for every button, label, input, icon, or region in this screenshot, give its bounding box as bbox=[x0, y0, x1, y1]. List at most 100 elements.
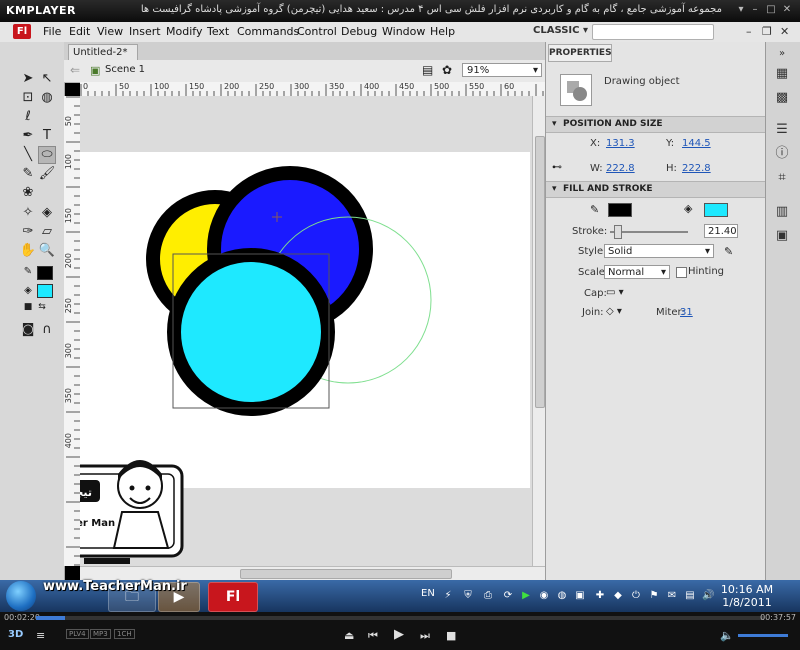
pasteboard[interactable]: تیچرمن Teacher Man bbox=[80, 96, 532, 566]
hscroll-thumb[interactable] bbox=[240, 569, 452, 579]
language-indicator[interactable]: EN bbox=[421, 588, 435, 599]
tray-volume-icon[interactable]: 🔊 bbox=[702, 590, 714, 602]
stroke-slider-handle[interactable] bbox=[614, 225, 622, 239]
lock-ratio-icon[interactable]: ⊷ bbox=[552, 162, 562, 173]
eject-icon[interactable]: ⏏ bbox=[344, 629, 354, 642]
previous-icon[interactable]: ⏮ bbox=[368, 629, 378, 643]
mute-icon[interactable]: 🔈 bbox=[720, 629, 734, 642]
tray-monitor-icon[interactable]: ▣ bbox=[574, 590, 586, 602]
hand-tool-icon[interactable]: ✋ bbox=[19, 242, 37, 260]
doc-minimize-icon[interactable]: – bbox=[746, 25, 752, 38]
info-panel-icon[interactable]: ⓘ bbox=[774, 146, 790, 162]
seek-bar[interactable] bbox=[36, 616, 764, 620]
flash-taskbar-button[interactable]: Fl bbox=[208, 582, 258, 612]
collapse-dock-icon[interactable]: » bbox=[774, 46, 790, 62]
cyan-circle[interactable] bbox=[167, 248, 335, 416]
brush-tool-icon[interactable]: 🖌 bbox=[38, 165, 56, 183]
fill-stroke-section[interactable]: ▾ FILL AND STROKE bbox=[546, 181, 766, 198]
menu-view[interactable]: View bbox=[97, 25, 123, 38]
snap-magnet-icon[interactable]: ∩ bbox=[38, 321, 56, 339]
subselection-tool-icon[interactable]: ↖ bbox=[38, 70, 56, 88]
color-panel-icon[interactable]: ▦ bbox=[774, 66, 790, 82]
document-tab[interactable]: Untitled-2* bbox=[68, 44, 138, 61]
free-transform-tool-icon[interactable]: ⊡ bbox=[19, 89, 37, 107]
tray-display-icon[interactable]: ▤ bbox=[684, 590, 696, 602]
doc-restore-icon[interactable]: ❐ bbox=[762, 25, 772, 38]
swatches-panel-icon[interactable]: ▩ bbox=[774, 90, 790, 106]
cap-select-icon[interactable]: ▭ ▾ bbox=[606, 287, 624, 298]
menu-edit[interactable]: Edit bbox=[69, 25, 90, 38]
library-panel-icon[interactable]: ▥ bbox=[774, 204, 790, 220]
maximize-icon[interactable]: □ bbox=[764, 4, 778, 16]
align-panel-icon[interactable]: ☰ bbox=[774, 122, 790, 138]
menu-file[interactable]: File bbox=[43, 25, 61, 38]
play-icon[interactable]: ▶ bbox=[394, 627, 404, 642]
tray-globe-icon[interactable]: ◍ bbox=[556, 590, 568, 602]
tray-sync-icon[interactable]: ⟳ bbox=[502, 590, 514, 602]
pen-tool-icon[interactable]: ✒ bbox=[19, 127, 37, 145]
hinting-checkbox[interactable] bbox=[676, 267, 687, 278]
x-value[interactable]: 131.3 bbox=[606, 138, 635, 149]
text-tool-icon[interactable]: T bbox=[38, 127, 56, 145]
menu-commands[interactable]: Commands bbox=[237, 25, 299, 38]
zoom-select[interactable]: 91% ▾ bbox=[462, 63, 542, 77]
selection-tool-icon[interactable]: ➤ bbox=[19, 70, 37, 88]
position-size-section[interactable]: ▾ POSITION AND SIZE bbox=[546, 116, 766, 133]
edit-scene-icon[interactable]: ▤ bbox=[422, 63, 433, 77]
oval-tool-icon[interactable]: ⬭ bbox=[38, 146, 56, 164]
transform-panel-icon[interactable]: ⌗ bbox=[774, 170, 790, 186]
stroke-color-swatch[interactable] bbox=[608, 203, 632, 217]
menu-text[interactable]: Text bbox=[207, 25, 229, 38]
eyedropper-tool-icon[interactable]: ✑ bbox=[19, 223, 37, 241]
object-drawing-icon[interactable]: ◙ bbox=[19, 321, 37, 339]
start-button[interactable] bbox=[6, 581, 36, 611]
pin-icon[interactable]: ▾ bbox=[734, 4, 748, 16]
swap-colors-icon[interactable]: ⇆ bbox=[33, 298, 51, 316]
vscroll-thumb[interactable] bbox=[535, 136, 545, 408]
volume-slider[interactable] bbox=[738, 634, 788, 637]
miter-value[interactable]: 31 bbox=[680, 307, 693, 318]
tray-security-icon[interactable]: ✚ bbox=[594, 590, 606, 602]
workspace-switcher[interactable]: CLASSIC ▾ bbox=[533, 25, 588, 36]
y-value[interactable]: 144.5 bbox=[682, 138, 711, 149]
components-panel-icon[interactable]: ▣ bbox=[774, 228, 790, 244]
w-value[interactable]: 222.8 bbox=[606, 163, 635, 174]
tray-msg-icon[interactable]: ✉ bbox=[666, 590, 678, 602]
menu-insert[interactable]: Insert bbox=[129, 25, 161, 38]
scene-label[interactable]: Scene 1 bbox=[105, 64, 145, 75]
3d-rotation-tool-icon[interactable]: ◍ bbox=[38, 89, 56, 107]
next-icon[interactable]: ⏭ bbox=[420, 629, 430, 643]
tray-play-icon[interactable]: ▶ bbox=[520, 590, 532, 602]
minimize-icon[interactable]: – bbox=[748, 4, 762, 16]
stop-icon[interactable]: ■ bbox=[446, 629, 456, 642]
paint-bucket-tool-icon[interactable]: ◈ bbox=[38, 204, 56, 222]
fill-color-swatch[interactable] bbox=[704, 203, 728, 217]
menu-modify[interactable]: Modify bbox=[166, 25, 202, 38]
style-select[interactable]: Solid ▾ bbox=[604, 244, 714, 258]
eraser-tool-icon[interactable]: ▱ bbox=[38, 223, 56, 241]
scale-select[interactable]: Normal ▾ bbox=[604, 265, 670, 279]
edit-symbols-icon[interactable]: ✿ bbox=[442, 63, 452, 77]
close-icon[interactable]: ✕ bbox=[780, 4, 794, 16]
fill-color-swatch[interactable] bbox=[37, 284, 53, 298]
bone-tool-icon[interactable]: ✧ bbox=[19, 204, 37, 222]
tray-app-icon[interactable]: ◉ bbox=[538, 590, 550, 602]
deco-tool-icon[interactable]: ❀ bbox=[19, 184, 37, 202]
h-value[interactable]: 222.8 bbox=[682, 163, 711, 174]
tray-power-icon[interactable]: ⏻ bbox=[630, 590, 642, 602]
menu-window[interactable]: Window bbox=[382, 25, 425, 38]
stroke-color-swatch[interactable] bbox=[37, 266, 53, 280]
doc-close-icon[interactable]: ✕ bbox=[780, 25, 789, 38]
3d-mode-icon[interactable]: 3D bbox=[8, 629, 23, 640]
tray-orange-icon[interactable]: ◆ bbox=[612, 590, 624, 602]
vertical-scrollbar[interactable] bbox=[532, 96, 546, 566]
menu-debug[interactable]: Debug bbox=[341, 25, 377, 38]
stroke-input[interactable]: 21.40 bbox=[704, 224, 738, 238]
system-clock[interactable]: 10:16 AM 1/8/2011 bbox=[718, 583, 776, 609]
tray-network-icon[interactable]: ⚡ bbox=[442, 590, 454, 602]
help-search-input[interactable] bbox=[592, 24, 714, 40]
zoom-tool-icon[interactable]: 🔍 bbox=[38, 242, 56, 260]
properties-tab[interactable]: PROPERTIES bbox=[548, 44, 612, 62]
menu-help[interactable]: Help bbox=[430, 25, 455, 38]
back-arrow-icon[interactable]: ⇐ bbox=[70, 63, 80, 77]
